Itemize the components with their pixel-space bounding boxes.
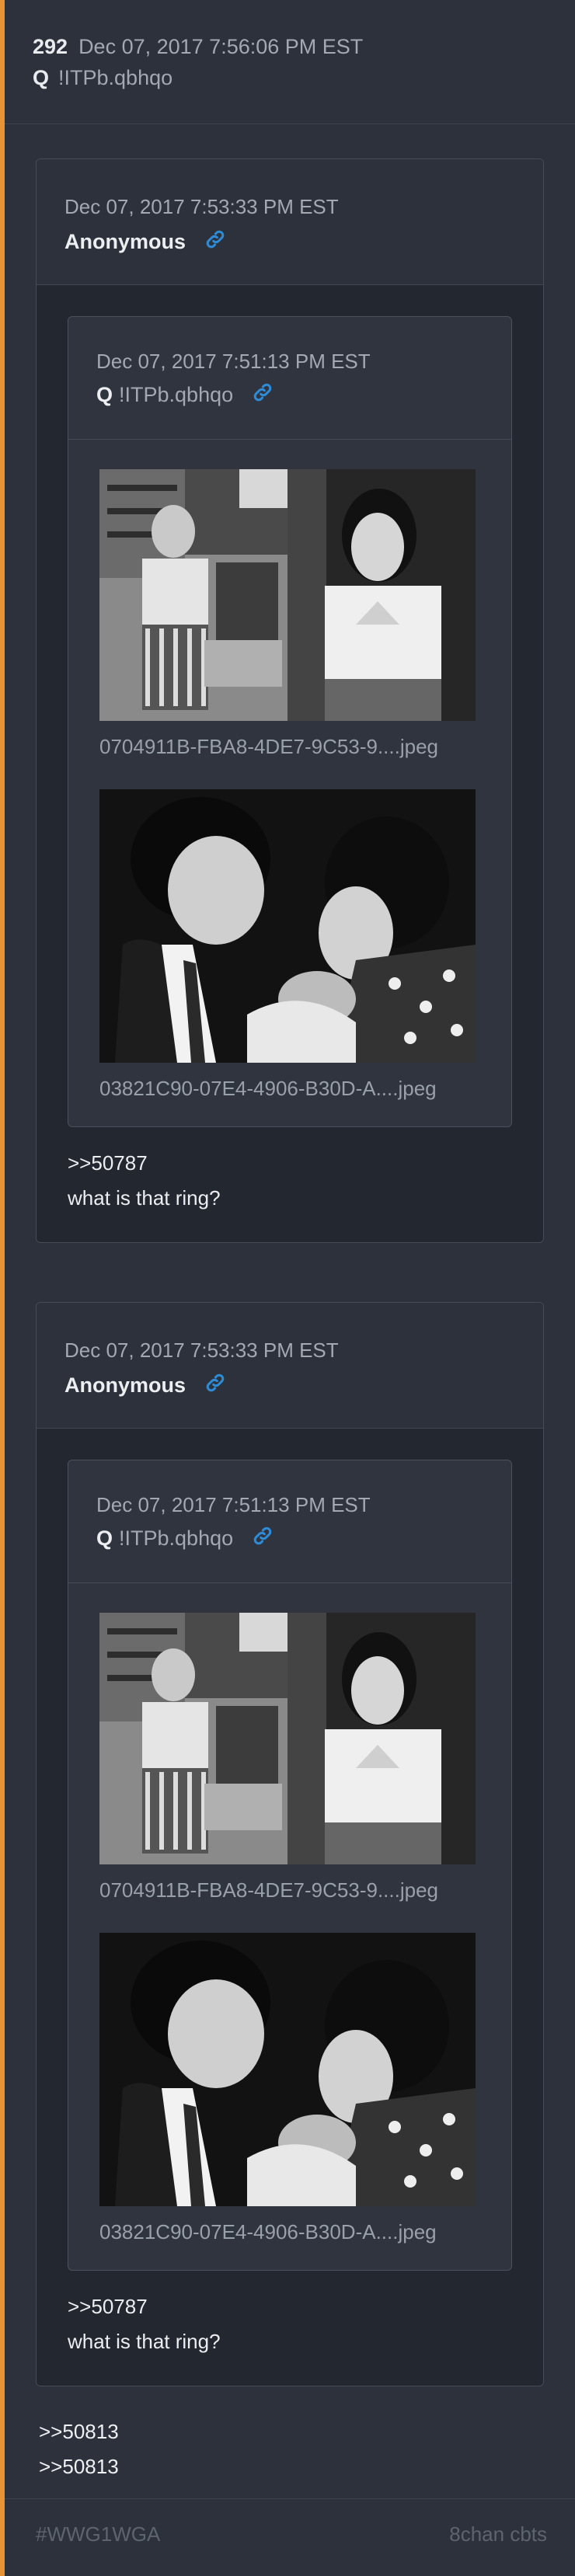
post-image[interactable] [99,1613,476,1864]
quoted-post: Dec 07, 2017 7:53:33 PM EST Anonymous De… [36,1302,544,2386]
reply-link[interactable]: >>50813 [39,2449,119,2484]
nested-post-header: Dec 07, 2017 7:51:13 PM EST Q !ITPb.qbhqo [68,317,511,440]
nested-quoted-post: Dec 07, 2017 7:51:13 PM EST Q !ITPb.qbhqo [68,1460,512,2271]
post-image[interactable] [99,469,476,721]
post-image[interactable] [99,789,476,1063]
reply-link[interactable]: >>50813 [39,2414,119,2449]
image-filename[interactable]: 0704911B-FBA8-4DE7-9C53-9....jpeg [99,735,438,759]
quoted-post-author: Anonymous [64,1373,186,1397]
post-message: what is that ring? [68,1186,221,1210]
quoted-post-header: Dec 07, 2017 7:53:33 PM EST Anonymous [37,1303,543,1429]
post-header: 292 Dec 07, 2017 7:56:06 PM EST Q !ITPb.qb… [5,0,575,124]
quoted-post: Dec 07, 2017 7:53:33 PM EST Anonymous De… [36,158,544,1243]
nested-post-date: Dec 07, 2017 7:51:13 PM EST [96,1493,371,1516]
image-filename[interactable]: 03821C90-07E4-4906-B30D-A....jpeg [99,1077,437,1101]
q-post: 292 Dec 07, 2017 7:56:06 PM EST Q !ITPb.qb… [0,0,575,2576]
quoted-post-author: Anonymous [64,230,186,253]
hashtag[interactable]: #WWG1WGA [36,2522,160,2546]
nested-post-header: Dec 07, 2017 7:51:13 PM EST Q !ITPb.qbhqo [68,1460,511,1583]
quoted-post-date: Dec 07, 2017 7:53:33 PM EST [64,195,339,218]
link-icon[interactable] [204,1372,226,1401]
post-author-name: Q [33,66,50,89]
quoted-post-date: Dec 07, 2017 7:53:33 PM EST [64,1338,339,1362]
post-body-text: >>50813 >>50813 [39,2414,119,2484]
link-icon[interactable] [252,381,274,410]
reply-link[interactable]: >>50787 [68,1146,221,1181]
image-filename[interactable]: 0704911B-FBA8-4DE7-9C53-9....jpeg [99,1878,438,1902]
nested-post-date: Dec 07, 2017 7:51:13 PM EST [96,350,371,373]
link-icon[interactable] [252,1525,274,1554]
nested-post-tripcode: !ITPb.qbhqo [119,383,234,406]
post-image[interactable] [99,1933,476,2206]
quoted-post-text: >>50787 what is that ring? [68,2289,221,2359]
link-icon[interactable] [204,228,226,257]
image-filename[interactable]: 03821C90-07E4-4906-B30D-A....jpeg [99,2220,437,2244]
post-tripcode: !ITPb.qbhqo [58,66,173,89]
quoted-post-text: >>50787 what is that ring? [68,1146,221,1216]
nested-post-tripcode: !ITPb.qbhqo [119,1526,234,1550]
post-footer: #WWG1WGA 8chan cbts [5,2498,575,2576]
nested-post-author: Q [96,1526,113,1550]
nested-quoted-post: Dec 07, 2017 7:51:13 PM EST Q !ITPb.qbhqo [68,316,512,1127]
post-number[interactable]: 292 [33,35,68,58]
source-label: 8chan cbts [449,2522,547,2546]
nested-post-author: Q [96,383,113,406]
post-message: what is that ring? [68,2330,221,2353]
reply-link[interactable]: >>50787 [68,2289,221,2324]
quoted-post-header: Dec 07, 2017 7:53:33 PM EST Anonymous [37,159,543,285]
post-date: Dec 07, 2017 7:56:06 PM EST [78,35,364,58]
